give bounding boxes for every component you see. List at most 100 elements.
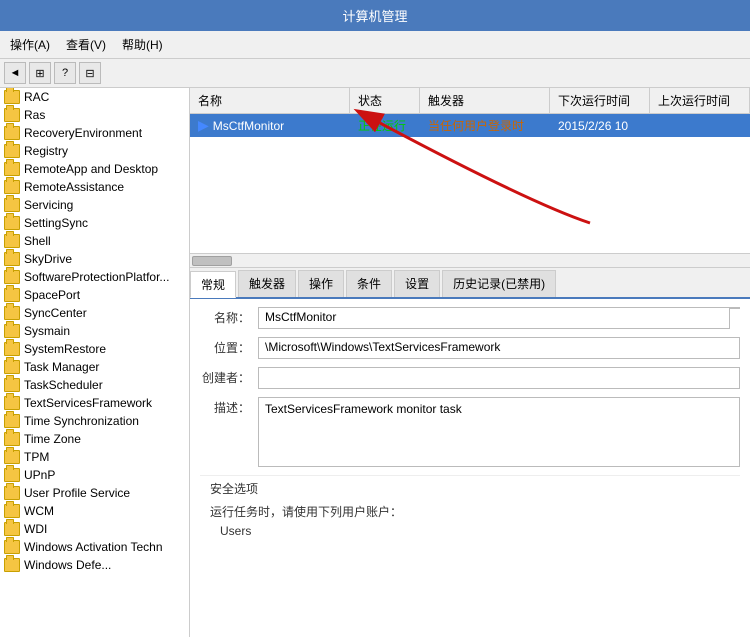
tree-item-upnp[interactable]: UPnP [0,466,189,484]
folder-icon [4,198,20,212]
tree-item-recoveryenv[interactable]: RecoveryEnvironment [0,124,189,142]
folder-icon [4,270,20,284]
scroll-thumb[interactable] [192,256,232,266]
task-nextrun-cell: 2015/2/26 10 [550,116,650,136]
main-container: RAC Ras RecoveryEnvironment Registry Rem… [0,88,750,637]
tree-label: SkyDrive [24,252,72,266]
tree-item-ras[interactable]: Ras [0,106,189,124]
toolbar-btn-split[interactable]: ⊟ [79,62,101,84]
tree-item-tpm[interactable]: TPM [0,448,189,466]
task-name-value: MsCtfMonitor [213,119,284,133]
tree-item-windowsactivation[interactable]: Windows Activation Techn [0,538,189,556]
folder-icon [4,378,20,392]
folder-icon [4,306,20,320]
menu-bar: 操作(A) 查看(V) 帮助(H) [0,31,750,59]
task-table-area: 名称 状态 触发器 下次运行时间 上次运行时间 ▶ MsCtfMonitor 正… [190,88,750,268]
task-status-cell: 正在运行 [350,114,420,137]
tree-label: Windows Defe... [24,558,111,572]
folder-icon [4,432,20,446]
tab-settings[interactable]: 设置 [394,270,440,297]
horizontal-scrollbar[interactable] [190,253,750,267]
tree-item-softwareprot[interactable]: SoftwareProtectionPlatfor... [0,268,189,286]
folder-icon [4,396,20,410]
tree-item-timezone[interactable]: Time Zone [0,430,189,448]
tab-trigger[interactable]: 触发器 [238,270,296,297]
toolbar-btn-back[interactable]: ◄ [4,62,26,84]
menu-item-action[interactable]: 操作(A) [4,34,56,55]
folder-icon [4,288,20,302]
tree-label: Servicing [24,198,73,212]
task-row[interactable]: ▶ MsCtfMonitor 正在运行 当任何用户登录时 2015/2/26 1… [190,114,750,137]
tree-item-taskscheduler[interactable]: TaskScheduler [0,376,189,394]
tree-item-shell[interactable]: Shell [0,232,189,250]
tree-item-timesync[interactable]: Time Synchronization [0,412,189,430]
task-indicator: ▶ [198,117,209,134]
tree-item-textservices[interactable]: TextServicesFramework [0,394,189,412]
tree-item-sysmain[interactable]: Sysmain [0,322,189,340]
tree-item-registry[interactable]: Registry [0,142,189,160]
menu-item-view[interactable]: 查看(V) [60,34,112,55]
tree-label: WCM [24,504,54,518]
detail-name-scrollbar [730,307,740,309]
tree-label: Task Manager [24,360,99,374]
detail-name-value: MsCtfMonitor [258,307,730,329]
tree-item-synccenter[interactable]: SyncCenter [0,304,189,322]
detail-location-row: 位置： \Microsoft\Windows\TextServicesFrame… [200,337,740,359]
tree-label: SystemRestore [24,342,106,356]
tree-item-rac[interactable]: RAC [0,88,189,106]
tree-label: Ras [24,108,45,122]
folder-icon [4,360,20,374]
tree-item-wdi[interactable]: WDI [0,520,189,538]
tree-label: TPM [24,450,49,464]
tree-item-systemrestore[interactable]: SystemRestore [0,340,189,358]
tree-item-skydrive[interactable]: SkyDrive [0,250,189,268]
folder-icon [4,252,20,266]
tree-item-settingsync[interactable]: SettingSync [0,214,189,232]
tree-item-remoteapp[interactable]: RemoteApp and Desktop [0,160,189,178]
tree-item-spaceport[interactable]: SpacePort [0,286,189,304]
folder-icon [4,486,20,500]
tree-item-taskmgr[interactable]: Task Manager [0,358,189,376]
tree-item-windowsdef[interactable]: Windows Defe... [0,556,189,574]
detail-desc-label: 描述： [200,397,250,416]
tree-label: Windows Activation Techn [24,540,163,554]
folder-icon [4,234,20,248]
folder-icon [4,522,20,536]
detail-author-value [258,367,740,389]
tree-label: RecoveryEnvironment [24,126,142,140]
header-status: 状态 [350,88,420,113]
task-lastrun-cell [650,123,750,129]
detail-location-value: \Microsoft\Windows\TextServicesFramework [258,337,740,359]
folder-icon [4,324,20,338]
tree-item-userprofile[interactable]: User Profile Service [0,484,189,502]
folder-icon [4,126,20,140]
tree-label: Shell [24,234,51,248]
tree-item-wcm[interactable]: WCM [0,502,189,520]
tree-label: RemoteApp and Desktop [24,162,158,176]
tab-condition[interactable]: 条件 [346,270,392,297]
header-lastrun: 上次运行时间 [650,88,750,113]
tree-label: RemoteAssistance [24,180,124,194]
tree-label: SettingSync [24,216,88,230]
table-header: 名称 状态 触发器 下次运行时间 上次运行时间 [190,88,750,114]
tree-label: SyncCenter [24,306,87,320]
tree-label: SoftwareProtectionPlatfor... [24,270,169,284]
menu-item-help[interactable]: 帮助(H) [116,34,169,55]
security-run-label: 运行任务时，请使用下列用户账户： [210,503,730,520]
tree-label: Sysmain [24,324,70,338]
tabs-row: 常规 触发器 操作 条件 设置 历史记录(已禁用) [190,268,750,299]
tab-general[interactable]: 常规 [190,271,236,298]
tab-history[interactable]: 历史记录(已禁用) [442,270,556,297]
tab-action[interactable]: 操作 [298,270,344,297]
task-name-cell: ▶ MsCtfMonitor [190,114,350,137]
tree-label: TaskScheduler [24,378,103,392]
tree-item-servicing[interactable]: Servicing [0,196,189,214]
security-user-value: Users [220,524,730,538]
detail-desc-row: 描述： TextServicesFramework monitor task [200,397,740,467]
folder-icon [4,162,20,176]
tree-item-remoteassist[interactable]: RemoteAssistance [0,178,189,196]
toolbar-btn-help[interactable]: ? [54,62,76,84]
task-trigger-cell: 当任何用户登录时 [420,114,550,137]
toolbar-btn-grid[interactable]: ⊞ [29,62,51,84]
folder-icon [4,144,20,158]
